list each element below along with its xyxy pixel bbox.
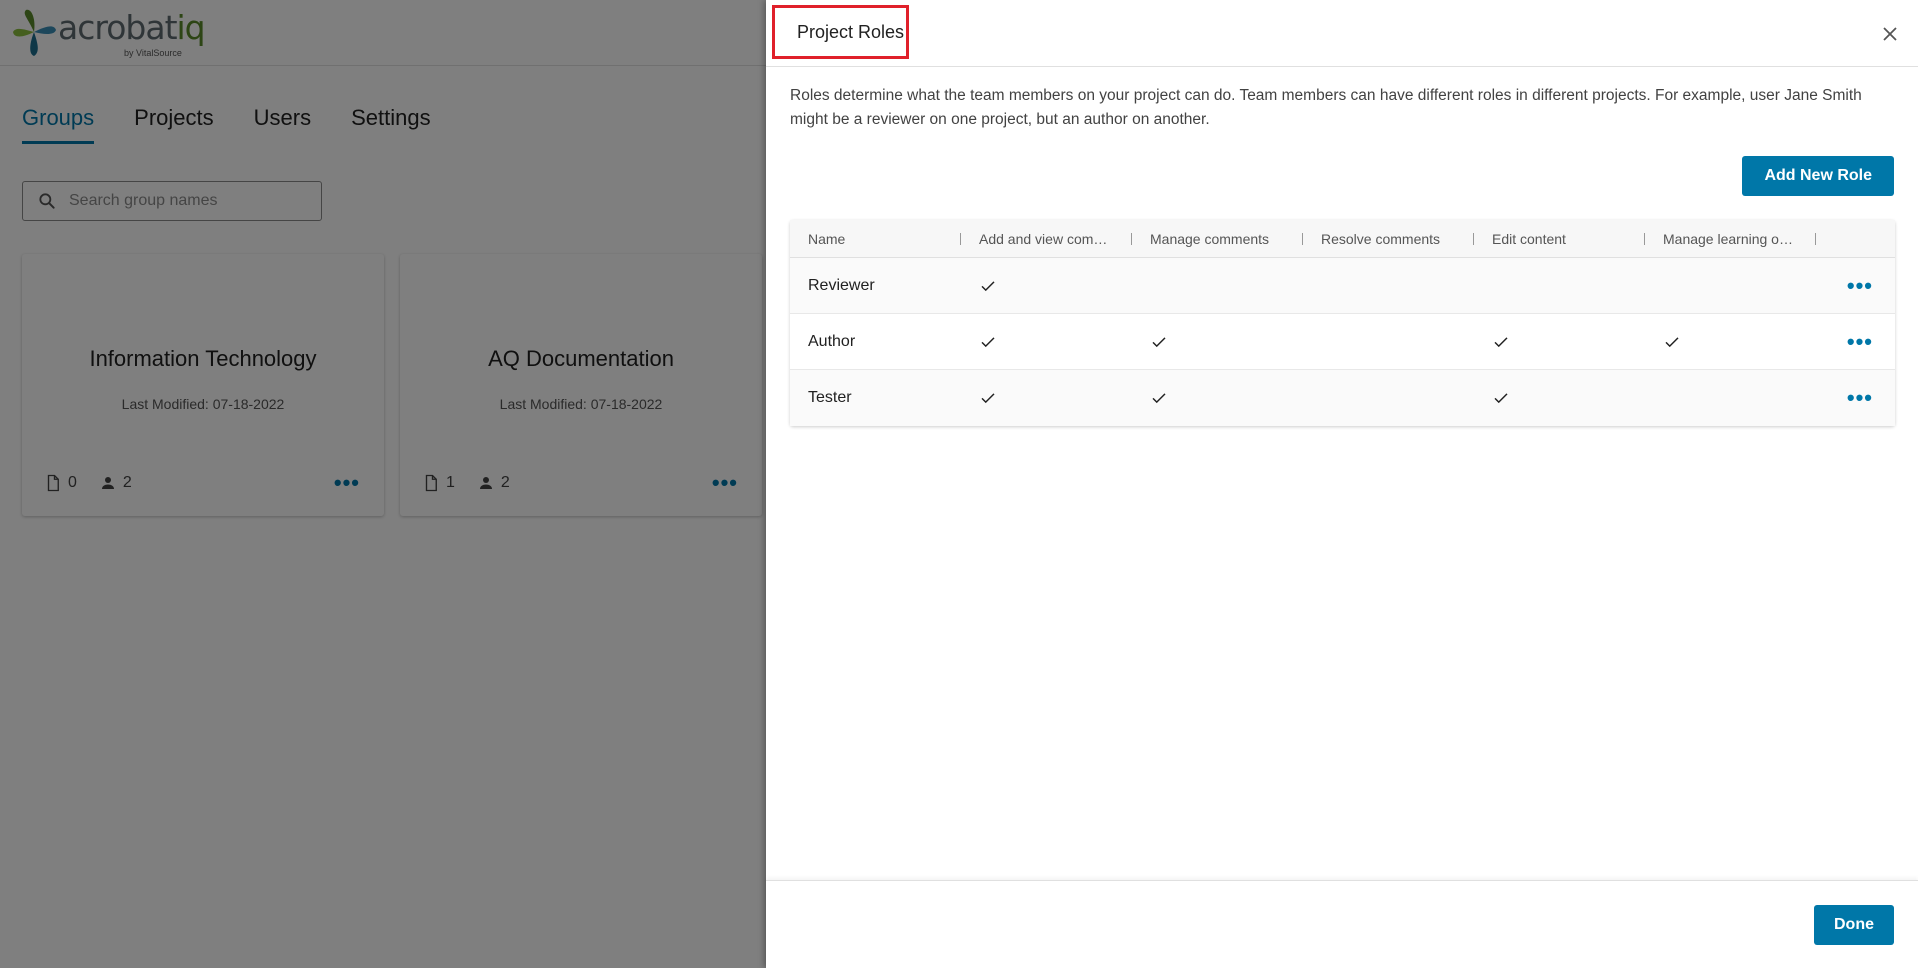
role-name: Tester	[808, 389, 852, 406]
permission-cell	[961, 258, 1132, 313]
panel-description: Roles determine what the team members on…	[790, 87, 1862, 128]
permission-cell	[1645, 258, 1816, 313]
more-horizontal-icon[interactable]: •••	[1816, 370, 1895, 426]
checkmark-icon	[1665, 336, 1679, 347]
permission-cell	[1474, 258, 1645, 313]
checkmark-icon	[1494, 393, 1508, 404]
column-header[interactable]: Add and view comments	[961, 220, 1132, 257]
panel-header: Project Roles	[766, 0, 1918, 67]
checkmark-icon	[1494, 336, 1508, 347]
role-name: Author	[808, 332, 856, 350]
table-row[interactable]: Author •••	[790, 314, 1895, 370]
permission-cell	[1474, 314, 1645, 369]
checkmark-icon	[981, 393, 995, 404]
panel-title: Project Roles	[772, 5, 909, 59]
more-horizontal-icon[interactable]: •••	[1816, 258, 1895, 313]
checkmark-icon	[981, 280, 995, 291]
more-horizontal-icon[interactable]: •••	[1816, 314, 1895, 369]
checkmark-icon	[981, 336, 995, 347]
column-header[interactable]: Edit content	[1474, 220, 1645, 257]
column-header[interactable]: Manage comments	[1132, 220, 1303, 257]
table-header: Name Add and view comments Manage commen…	[790, 220, 1895, 258]
permission-cell	[1132, 370, 1303, 426]
table-row[interactable]: Reviewer •••	[790, 258, 1895, 314]
permission-cell	[1303, 258, 1474, 313]
permission-cell	[1645, 370, 1816, 426]
permission-cell	[1645, 314, 1816, 369]
panel-footer: Done	[766, 880, 1918, 968]
done-button[interactable]: Done	[1814, 905, 1894, 945]
role-name: Reviewer	[808, 276, 875, 294]
checkmark-icon	[1152, 393, 1166, 404]
permission-cell	[1132, 314, 1303, 369]
table-row[interactable]: Tester •••	[790, 370, 1895, 426]
column-header-actions	[1816, 220, 1895, 257]
project-roles-panel: Project Roles Roles determine what the t…	[766, 0, 1918, 968]
column-header[interactable]: Resolve comments	[1303, 220, 1474, 257]
checkmark-icon	[1152, 336, 1166, 347]
table-body: Reviewer ••• Author ••• Tester •••	[790, 258, 1895, 426]
permission-cell	[1474, 370, 1645, 426]
permission-cell	[961, 314, 1132, 369]
modal-overlay[interactable]	[0, 0, 766, 968]
permission-cell	[961, 370, 1132, 426]
roles-table: Name Add and view comments Manage commen…	[790, 220, 1895, 426]
column-header[interactable]: Name	[790, 220, 961, 257]
column-header[interactable]: Manage learning objectives	[1645, 220, 1816, 257]
permission-cell	[1303, 370, 1474, 426]
permission-cell	[1132, 258, 1303, 313]
permission-cell	[1303, 314, 1474, 369]
close-icon[interactable]	[1878, 22, 1902, 46]
add-new-role-button[interactable]: Add New Role	[1742, 156, 1894, 196]
